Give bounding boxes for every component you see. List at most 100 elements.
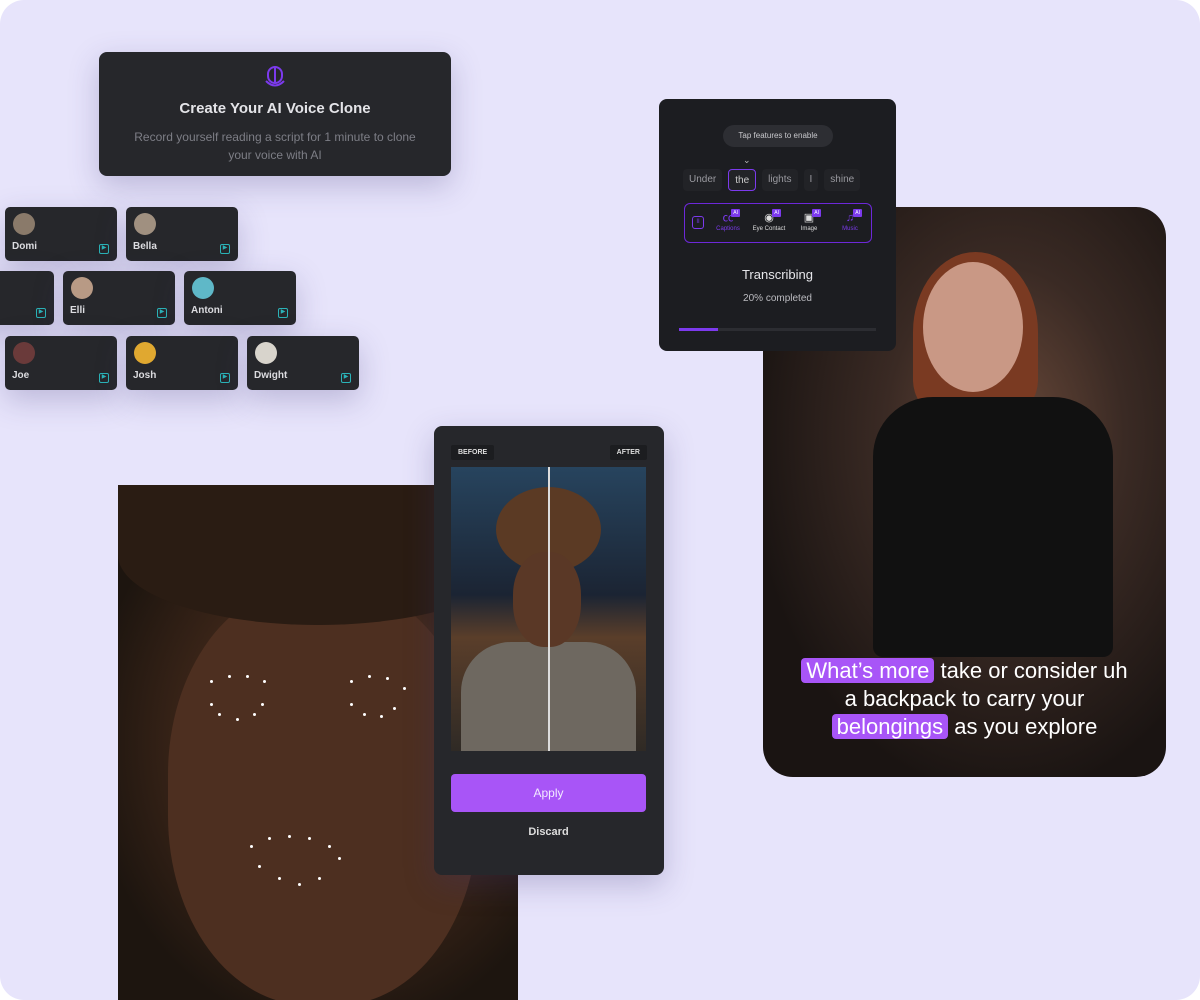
status-title: Transcribing — [741, 267, 814, 282]
landmark-dot — [328, 845, 331, 848]
photo-shirt — [873, 397, 1113, 657]
landmark-dot — [246, 675, 249, 678]
photo-head — [923, 262, 1023, 392]
voice-clone-title: Create Your AI Voice Clone — [179, 100, 371, 117]
comparison-slider-handle[interactable] — [548, 467, 550, 751]
landmark-dot — [298, 883, 301, 886]
photo-head — [513, 552, 581, 647]
avatar — [71, 277, 93, 299]
play-icon[interactable]: ▶ — [220, 244, 230, 254]
feature-image[interactable]: ▣ AI Image — [787, 209, 831, 232]
play-icon[interactable]: ▶ — [99, 373, 109, 383]
voice-clone-description: Record yourself reading a script for 1 m… — [134, 130, 416, 162]
voice-card[interactable]: Bella ▶ — [126, 207, 238, 261]
landmark-dot — [350, 680, 353, 683]
landmark-dot — [250, 845, 253, 848]
landmark-dot — [210, 680, 213, 683]
feature-music[interactable]: ♫ AI Music — [828, 209, 872, 232]
pause-icon[interactable]: II — [692, 216, 704, 229]
landmark-dot — [368, 675, 371, 678]
chevron-down-icon: ⌄ — [743, 155, 751, 165]
progress-text: 20% completed — [743, 293, 812, 304]
landmark-dot — [210, 703, 213, 706]
word-chip[interactable]: shine — [824, 169, 861, 191]
progress-fill — [679, 328, 719, 331]
word-chip[interactable]: lights — [762, 169, 798, 191]
landmark-dot — [263, 680, 266, 683]
voice-name: Antoni — [191, 305, 223, 316]
landmark-dot — [350, 703, 353, 706]
voice-name: Josh — [133, 370, 157, 381]
word-chip-selected[interactable]: the — [728, 169, 757, 191]
avatar — [13, 342, 35, 364]
caption-highlight: belongings — [831, 714, 949, 739]
voice-card[interactable]: Elli ▶ — [63, 271, 175, 325]
play-icon[interactable]: ▶ — [278, 308, 288, 318]
feature-eye-contact[interactable]: ◉ AI Eye Contact — [747, 209, 791, 232]
after-label: AFTER — [609, 445, 647, 460]
landmark-dot — [288, 835, 291, 838]
image-icon: ▣ — [803, 212, 815, 224]
apply-button[interactable]: Apply — [451, 774, 646, 812]
landmark-dot — [308, 837, 311, 840]
landmark-dot — [253, 713, 256, 716]
avatar — [134, 342, 156, 364]
voice-name: Domi — [12, 241, 37, 252]
discard-button[interactable]: Discard — [451, 826, 646, 838]
play-icon[interactable]: ▶ — [157, 308, 167, 318]
photo-face — [168, 585, 478, 1000]
captions-icon: ㏄ — [722, 212, 734, 224]
landmark-dot — [218, 713, 221, 716]
voice-clone-card[interactable]: Create Your AI Voice Clone Record yourse… — [99, 52, 451, 176]
avatar — [13, 213, 35, 235]
comparison-image — [451, 467, 646, 751]
landmark-dot — [386, 677, 389, 680]
progress-bar — [679, 328, 876, 331]
transcribe-panel: Tap features to enable ⌄ Under the light… — [659, 99, 896, 351]
landmark-dot — [228, 675, 231, 678]
caption-text: as you explore — [948, 714, 1098, 739]
play-icon[interactable]: ▶ — [99, 244, 109, 254]
landmark-dot — [236, 718, 239, 721]
voice-name: Elli — [70, 305, 86, 316]
voice-name: Bella — [133, 241, 157, 252]
avatar — [255, 342, 277, 364]
feature-bar: II ㏄ AI Captions ◉ AI Eye Contact ▣ AI Image ♫… — [684, 203, 872, 243]
landmark-dot — [258, 865, 261, 868]
voice-name: Joe — [12, 370, 30, 381]
voice-card[interactable]: Antoni ▶ — [184, 271, 296, 325]
canvas: Create Your AI Voice Clone Record yourse… — [0, 0, 1200, 1000]
hint-pill: Tap features to enable — [723, 125, 833, 147]
voice-card[interactable]: Josh ▶ — [126, 336, 238, 390]
word-chip[interactable]: Under — [683, 169, 723, 191]
landmark-dot — [278, 877, 281, 880]
music-icon: ♫ — [845, 212, 855, 224]
feature-captions[interactable]: ㏄ AI Captions — [706, 209, 750, 232]
voice-card[interactable]: Joe ▶ — [5, 336, 117, 390]
caption-highlight: What’s more — [801, 658, 935, 683]
voice-card[interactable]: ▶ — [0, 271, 54, 325]
before-after-panel: BEFORE AFTER Apply Discard — [434, 426, 664, 875]
caption-text: a backpack to carry your — [844, 686, 1085, 711]
word-chip[interactable]: I — [803, 169, 819, 191]
landmark-dot — [380, 715, 383, 718]
landmark-dot — [403, 687, 406, 690]
microphone-icon — [265, 66, 285, 87]
landmark-dot — [338, 857, 341, 860]
voice-card[interactable]: Domi ▶ — [5, 207, 117, 261]
before-label: BEFORE — [451, 445, 495, 460]
play-icon[interactable]: ▶ — [341, 373, 351, 383]
play-icon[interactable]: ▶ — [220, 373, 230, 383]
eye-icon: ◉ — [764, 212, 774, 224]
landmark-dot — [318, 877, 321, 880]
voice-name: Dwight — [254, 370, 288, 381]
voice-card[interactable]: Dwight ▶ — [247, 336, 359, 390]
play-icon[interactable]: ▶ — [36, 308, 46, 318]
landmark-dot — [363, 713, 366, 716]
avatar — [134, 213, 156, 235]
caption-overlay: What’s more take or consider uh a backpa… — [763, 657, 1166, 741]
landmark-dot — [261, 703, 264, 706]
avatar — [192, 277, 214, 299]
caption-text: take or consider uh — [934, 658, 1128, 683]
landmark-dot — [393, 707, 396, 710]
